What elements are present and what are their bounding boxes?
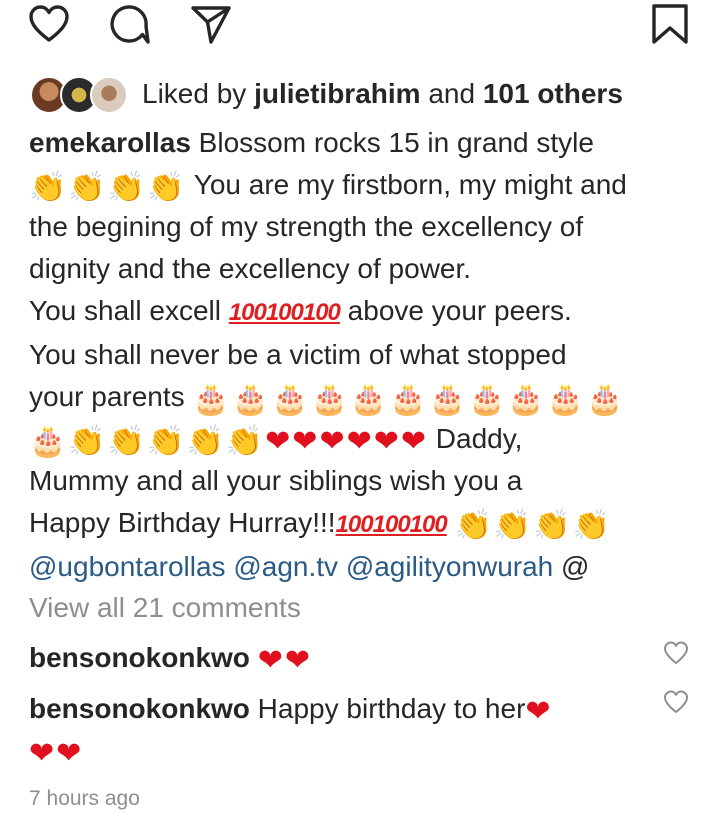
comment-like-heart-icon[interactable] (662, 639, 690, 667)
caption-text: the begining of my strength the excellen… (29, 211, 584, 242)
caption-text: above your peers. (339, 295, 572, 326)
red-heart-icon: ❤❤ (257, 643, 312, 678)
likes-summary: Liked by julietibrahim and 101 others (30, 72, 623, 116)
hundred-points-icon: 100100100 (228, 299, 341, 326)
liker-avatars[interactable] (30, 74, 130, 114)
mention-link[interactable]: @agilityonwurah (346, 551, 553, 582)
comment-bubble-icon[interactable] (108, 2, 152, 46)
liker-username[interactable]: julietibrahim (254, 78, 420, 109)
birthday-cake-icon: 🎂 (29, 424, 69, 459)
likes-middle: and (420, 78, 483, 109)
caption-text: You are my firstborn, my might and (186, 169, 627, 200)
caption-text: Blossom rocks 15 in grand style (190, 127, 594, 158)
mention-link[interactable]: @agn.tv (233, 551, 338, 582)
paper-plane-icon[interactable] (189, 2, 233, 46)
caption-username[interactable]: emekarollas (29, 127, 191, 158)
bookmark-icon[interactable] (648, 2, 692, 46)
post-caption: emekarollas Blossom rocks 15 in grand st… (29, 122, 699, 588)
clapping-hands-icon: 👏👏👏👏👏 (68, 424, 266, 459)
comment-item: bensonokonkwo ❤❤ (29, 637, 649, 679)
view-all-comments-link[interactable]: View all 21 comments (29, 592, 301, 624)
comment-like-heart-icon[interactable] (662, 688, 690, 716)
post-action-bar (0, 0, 720, 60)
red-heart-icon: ❤ (525, 694, 553, 729)
comment-username[interactable]: bensonokonkwo (29, 642, 250, 673)
caption-text: You shall excell (29, 295, 229, 326)
red-heart-icon: ❤❤❤❤❤❤ (265, 424, 428, 459)
caption-text: your parents (29, 381, 193, 412)
mention-link[interactable]: @ugbontarollas (29, 551, 226, 582)
comment-text: Happy birthday to her (249, 693, 526, 724)
likes-prefix: Liked by (142, 78, 255, 109)
red-heart-icon: ❤❤ (29, 736, 84, 771)
clapping-hands-icon: 👏👏👏👏 (29, 170, 187, 205)
caption-text: Happy Birthday Hurray!!! (29, 507, 336, 538)
clapping-hands-icon: 👏👏👏👏 (454, 508, 612, 543)
post-timestamp: 7 hours ago (29, 787, 140, 810)
hundred-points-icon: 100100100 (335, 511, 448, 538)
birthday-cake-icon: 🎂🎂🎂🎂🎂🎂🎂🎂🎂🎂🎂 (192, 382, 626, 417)
comment-username[interactable]: bensonokonkwo (29, 693, 250, 724)
caption-text: You shall never be a victim of what stop… (29, 339, 567, 370)
mention-link[interactable]: @ (561, 551, 589, 582)
caption-text: dignity and the excellency of power. (29, 253, 472, 284)
likes-others-link[interactable]: 101 others (483, 78, 623, 109)
avatar[interactable] (90, 76, 128, 114)
caption-text: Mummy and all your siblings wish you a (29, 465, 523, 496)
caption-text: Daddy, (428, 423, 523, 454)
comment-item: bensonokonkwo Happy birthday to her❤ ❤❤ (29, 688, 649, 772)
likes-text: Liked by julietibrahim and 101 others (142, 78, 623, 110)
heart-outline-icon[interactable] (27, 2, 71, 46)
